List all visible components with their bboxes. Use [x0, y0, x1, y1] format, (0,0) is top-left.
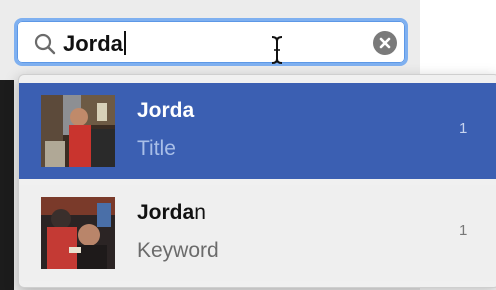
clear-icon — [379, 37, 391, 49]
suggestion-item-keyword[interactable]: Jordan Keyword 1 — [19, 185, 496, 281]
suggestions-dropdown: Jorda Title 1 Jordan Keyword 1 — [18, 74, 496, 288]
suggestion-item-title[interactable]: Jorda Title 1 — [19, 83, 496, 179]
photo-thumbnail-icon — [41, 197, 115, 269]
clear-search-button[interactable] — [373, 31, 397, 55]
ibeam-cursor-icon — [271, 36, 283, 64]
search-input[interactable]: Jorda — [63, 30, 126, 58]
photo-thumbnail-icon — [41, 95, 115, 167]
search-icon — [34, 33, 56, 55]
suggestion-count: 1 — [459, 222, 468, 239]
search-query-text: Jorda — [63, 31, 123, 56]
suggestion-title: Jorda — [137, 99, 195, 122]
suggestion-count: 1 — [459, 120, 468, 137]
suggestion-type: Keyword — [137, 239, 219, 262]
search-field[interactable]: Jorda — [14, 18, 408, 66]
suggestion-title-match: Jorda — [137, 201, 195, 224]
suggestion-title-rest: n — [194, 201, 206, 224]
text-caret — [123, 31, 126, 55]
background-content-strip — [0, 80, 14, 290]
suggestion-title: Jordan — [137, 199, 206, 227]
suggestion-type: Title — [137, 137, 176, 160]
